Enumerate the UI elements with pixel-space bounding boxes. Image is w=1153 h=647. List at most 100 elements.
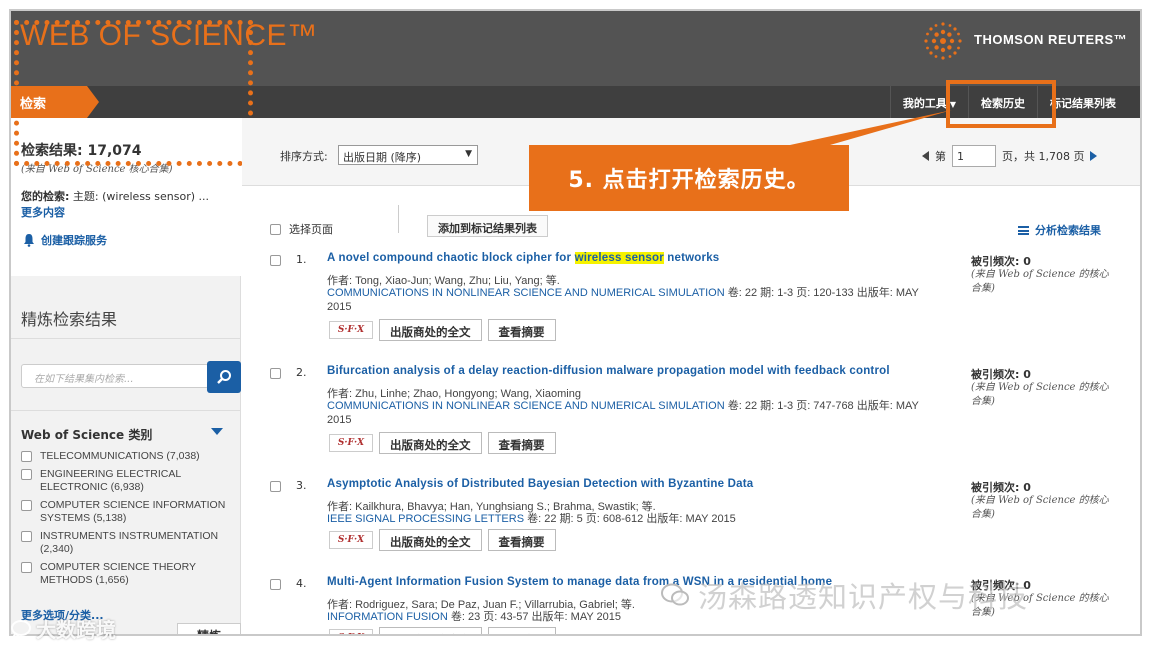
refine-button[interactable]: 精炼	[177, 623, 241, 634]
nav-my-tools-label: 我的工具	[902, 97, 947, 110]
category-label: INSTRUMENTS INSTRUMENTATION (2,340)	[40, 530, 219, 555]
record-title-text: Asymptotic Analysis of Distributed Bayes…	[327, 478, 754, 490]
select-page-label: 选择页面	[289, 223, 333, 236]
view-abstract-button[interactable]: 查看摘要	[487, 319, 556, 341]
cited-source: (来自 Web of Science 的核心合集)	[971, 495, 1109, 520]
full-text-button[interactable]: 出版商处的全文	[379, 529, 482, 551]
refine-title: 精炼检索结果	[21, 310, 118, 329]
record-title-text: Bifurcation analysis of a delay reaction…	[327, 365, 890, 377]
record-number: 3.	[296, 479, 307, 492]
select-page[interactable]: 选择页面	[270, 221, 333, 237]
record-details: 卷: 22 期: 5 页: 608-612 出版年: MAY 2015	[524, 513, 736, 525]
record-title[interactable]: Asymptotic Analysis of Distributed Bayes…	[327, 478, 753, 490]
view-abstract-button[interactable]: 查看摘要	[487, 432, 556, 454]
category-item[interactable]: INSTRUMENTS INSTRUMENTATION (2,340)	[21, 530, 231, 556]
prev-page-icon[interactable]	[922, 151, 929, 161]
record-actions: S·F·X 出版商处的全文 查看摘要	[329, 627, 556, 634]
page-number-input[interactable]: 1	[952, 145, 996, 167]
journal-link[interactable]: COMMUNICATIONS IN NONLINEAR SCIENCE AND …	[327, 400, 725, 412]
category-title: Web of Science 类别	[21, 428, 153, 442]
watermark-left: 大数跨境	[10, 614, 116, 643]
record-actions: S·F·X 出版商处的全文 查看摘要	[329, 432, 556, 454]
divider	[398, 205, 399, 233]
journal-link[interactable]: INFORMATION FUSION	[327, 611, 448, 623]
record-title[interactable]: A novel compound chaotic block cipher fo…	[327, 252, 719, 264]
create-alert-label: 创建跟踪服务	[41, 234, 107, 247]
checkbox[interactable]	[21, 500, 32, 511]
page-suffix: 页，共 1,708 页	[1002, 150, 1085, 163]
journal-link[interactable]: IEEE SIGNAL PROCESSING LETTERS	[327, 513, 524, 525]
more-content-link[interactable]: 更多内容	[21, 204, 65, 220]
left-panel: 检索结果: 17,074 (来自 Web of Science 核心合集) 您的…	[11, 118, 241, 634]
category-item[interactable]: COMPUTER SCIENCE INFORMATION SYSTEMS (5,…	[21, 499, 231, 525]
view-abstract-button[interactable]: 查看摘要	[487, 529, 556, 551]
category-item[interactable]: TELECOMMUNICATIONS (7,038)	[21, 450, 231, 463]
sort-label: 排序方式:	[280, 150, 328, 163]
times-cited: 被引频次: 0	[971, 481, 1031, 494]
your-search-label: 您的检索:	[21, 190, 70, 203]
sfx-button[interactable]: S·F·X	[329, 321, 373, 339]
record-title-text: A novel compound chaotic block cipher fo…	[327, 252, 575, 264]
watermark-right: 汤森路透知识产权与科技	[660, 574, 1028, 616]
journal-link[interactable]: COMMUNICATIONS IN NONLINEAR SCIENCE AND …	[327, 287, 725, 299]
category-item[interactable]: COMPUTER SCIENCE THEORY METHODS (1,656)	[21, 561, 231, 587]
record-source: COMMUNICATIONS IN NONLINEAR SCIENCE AND …	[327, 399, 937, 427]
checkbox[interactable]	[270, 255, 281, 266]
record-actions: S·F·X 出版商处的全文 查看摘要	[329, 529, 556, 551]
sfx-button[interactable]: S·F·X	[329, 629, 373, 634]
checkbox[interactable]	[21, 531, 32, 542]
next-page-icon[interactable]	[1090, 151, 1098, 161]
sfx-button[interactable]: S·F·X	[329, 434, 373, 452]
record-number: 1.	[296, 253, 307, 266]
category-label: COMPUTER SCIENCE THEORY METHODS (1,656)	[40, 561, 196, 586]
category-item[interactable]: ENGINEERING ELECTRICAL ELECTRONIC (6,938…	[21, 468, 231, 494]
times-cited: 被引频次: 0	[971, 368, 1031, 381]
view-abstract-button[interactable]: 查看摘要	[487, 627, 556, 634]
checkbox[interactable]	[270, 368, 281, 379]
record-number: 2.	[296, 366, 307, 379]
checkbox[interactable]	[270, 481, 281, 492]
list-icon	[1018, 225, 1029, 235]
times-cited: 被引频次: 0	[971, 255, 1031, 268]
full-text-button[interactable]: 出版商处的全文	[379, 319, 482, 341]
record-title[interactable]: Bifurcation analysis of a delay reaction…	[327, 365, 890, 377]
category-list: TELECOMMUNICATIONS (7,038) ENGINEERING E…	[21, 450, 231, 592]
create-alert-link[interactable]: 创建跟踪服务	[23, 232, 107, 248]
checkbox[interactable]	[21, 469, 32, 480]
cited-source: (来自 Web of Science 的核心合集)	[971, 269, 1109, 294]
category-label: ENGINEERING ELECTRICAL ELECTRONIC (6,938…	[40, 468, 181, 493]
pager: 第 1 页，共 1,708 页	[922, 145, 1098, 167]
divider	[11, 338, 241, 339]
record-source: IEEE SIGNAL PROCESSING LETTERS 卷: 22 期: …	[327, 512, 937, 526]
record-details: 卷: 23 页: 43-57 出版年: MAY 2015	[447, 611, 622, 623]
instruction-callout: 5. 点击打开检索历史。	[529, 145, 849, 211]
checkbox[interactable]	[21, 451, 32, 462]
category-label: TELECOMMUNICATIONS (7,038)	[40, 450, 200, 462]
full-text-button[interactable]: 出版商处的全文	[379, 432, 482, 454]
add-to-marked-button[interactable]: 添加到标记结果列表	[427, 215, 548, 237]
sort-selected: 出版日期 (降序)	[343, 151, 422, 164]
collapse-caret-icon[interactable]	[211, 428, 223, 435]
checkbox[interactable]	[21, 562, 32, 573]
sort-select[interactable]: 出版日期 (降序) ▼	[338, 145, 478, 165]
checkbox[interactable]	[270, 579, 281, 590]
publisher-name: THOMSON REUTERS™	[974, 32, 1128, 47]
category-label: COMPUTER SCIENCE INFORMATION SYSTEMS (5,…	[40, 499, 226, 524]
wechat-icon	[661, 583, 689, 606]
record-title-text: networks	[663, 252, 720, 264]
divider	[11, 410, 241, 411]
refine-search-button[interactable]	[207, 361, 241, 393]
cited-source: (来自 Web of Science 的核心合集)	[971, 382, 1109, 407]
analyze-results-link[interactable]: 分析检索结果	[1018, 222, 1101, 238]
full-text-button[interactable]: 出版商处的全文	[379, 627, 482, 634]
checkbox[interactable]	[270, 224, 281, 235]
watermark-left-text: 大数跨境	[36, 618, 116, 642]
dropdown-arrow-icon: ▼	[465, 149, 472, 159]
search-icon	[217, 370, 231, 384]
record-number: 4.	[296, 577, 307, 590]
search-history-highlight-box	[946, 80, 1056, 128]
sfx-button[interactable]: S·F·X	[329, 531, 373, 549]
refine-search-input[interactable]: 在如下结果集内检索...	[21, 364, 209, 388]
highlight-dashed-box	[14, 20, 253, 166]
highlighted-term: wireless sensor	[574, 252, 664, 264]
